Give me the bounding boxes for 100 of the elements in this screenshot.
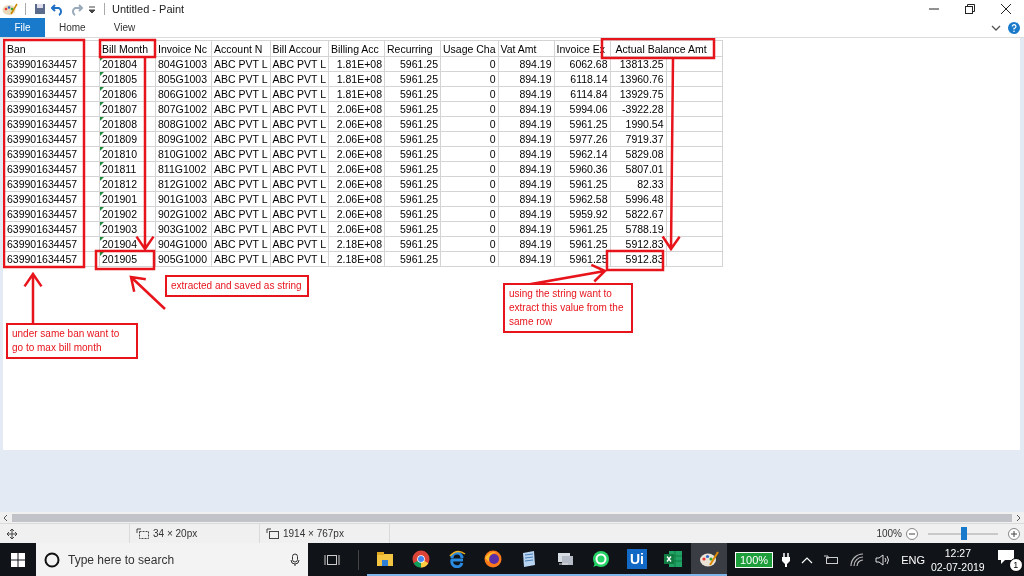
table-cell: ABC PVT L (272, 73, 326, 85)
table-cell: 639901634457 (7, 253, 78, 265)
table-cell: 639901634457 (7, 103, 78, 115)
chrome-icon[interactable] (412, 549, 430, 568)
table-cell: 13960.76 (619, 73, 664, 85)
table-cell: 2.06E+08 (336, 208, 382, 220)
table-cell: 639901634457 (7, 148, 78, 160)
spreadsheet-app-icon[interactable] (663, 549, 683, 568)
clock[interactable]: 12:27 02-07-2019 (931, 545, 985, 574)
table-cell: 1.81E+08 (336, 73, 382, 85)
wifi-icon[interactable] (849, 552, 866, 567)
column-header: Bill Month (102, 42, 149, 55)
table-cell: 2.06E+08 (336, 118, 382, 130)
table-cell: 811G1002 (158, 163, 207, 175)
task-view-icon[interactable] (324, 552, 340, 567)
table-cell: 5961.25 (569, 253, 608, 265)
table-cell: 894.19 (519, 103, 552, 115)
table-cell: 0 (489, 253, 496, 265)
table-cell: 0 (489, 73, 496, 85)
table-cell: 0 (489, 163, 496, 175)
selection-size: 34 × 20px (153, 528, 198, 539)
table-cell: ABC PVT L (272, 238, 326, 250)
scroll-right-icon[interactable] (1014, 513, 1022, 522)
table-cell: 639901634457 (7, 178, 78, 190)
table-cell: 5822.67 (625, 208, 664, 220)
help-icon[interactable] (1008, 21, 1020, 34)
selection-icon (136, 527, 150, 540)
table-cell: ABC PVT L (214, 58, 268, 70)
table-cell: 5961.25 (400, 73, 438, 85)
annotation-note: under same ban want to go to max bill month (6, 323, 138, 359)
whatsapp-icon[interactable] (592, 549, 610, 568)
battery-indicator[interactable]: 100% (735, 551, 774, 568)
save-icon[interactable] (33, 2, 47, 16)
table-cell: 0 (489, 178, 496, 190)
search-field[interactable]: Type here to search (36, 543, 308, 576)
table-cell: 1990.54 (625, 118, 664, 130)
table-cell: 804G1003 (158, 58, 208, 70)
ribbon-tab[interactable]: View (99, 18, 150, 37)
table-cell: 2.06E+08 (336, 103, 382, 115)
power-plug-icon[interactable] (781, 551, 792, 568)
zoom-level: 100% (876, 528, 902, 539)
notification-icon[interactable] (996, 547, 1015, 566)
table-cell: 639901634457 (7, 118, 78, 130)
table-cell: 0 (489, 88, 496, 100)
table-cell: ABC PVT L (214, 133, 268, 145)
table-cell: ABC PVT L (214, 118, 268, 130)
zoom-in-icon[interactable] (1008, 527, 1020, 540)
table-cell: 6118.14 (570, 73, 608, 85)
table-cell: ABC PVT L (214, 208, 268, 220)
column-header: Invoice Nc (158, 42, 208, 55)
browser-e-icon[interactable] (448, 549, 466, 568)
language-indicator[interactable]: ENG (901, 553, 925, 566)
table-cell: 201812 (102, 178, 138, 190)
column-header: Usage Cha (443, 42, 496, 55)
column-header: Recurring (387, 42, 433, 55)
zoom-out-icon[interactable] (906, 527, 918, 540)
table-cell: 1.81E+08 (336, 58, 382, 70)
notepad-icon[interactable] (520, 549, 538, 568)
table-cell: 901G1003 (158, 193, 208, 205)
table-cell: 201805 (102, 73, 138, 85)
file-menu-button[interactable]: File (0, 18, 45, 37)
scrollbar-thumb[interactable] (12, 513, 1012, 522)
table-cell: 894.19 (519, 238, 552, 250)
table-cell: 5977.26 (569, 133, 608, 145)
table-cell: ABC PVT L (214, 163, 268, 175)
column-header: Vat Amt (500, 42, 537, 55)
speaker-icon[interactable] (875, 552, 892, 567)
table-cell: ABC PVT L (214, 88, 268, 100)
table-cell: ABC PVT L (214, 223, 268, 235)
table-cell: ABC PVT L (272, 148, 326, 160)
slider-thumb[interactable] (961, 527, 968, 540)
table-cell: 639901634457 (7, 208, 78, 220)
table-cell: 5961.25 (400, 103, 438, 115)
firefox-icon[interactable] (484, 549, 502, 568)
cortana-circle-icon (44, 551, 60, 568)
ribbon-tab[interactable]: Home (45, 18, 100, 37)
table-cell: 1.81E+08 (336, 88, 382, 100)
table-cell: 0 (489, 133, 496, 145)
undo-icon[interactable] (51, 2, 65, 16)
app-logo[interactable]: Ui (627, 548, 647, 569)
table-cell: 894.19 (519, 133, 552, 145)
folder-icon[interactable] (376, 550, 394, 567)
table-cell: 2.06E+08 (336, 148, 382, 160)
canvas[interactable] (3, 38, 1020, 450)
table-cell: 201809 (102, 133, 138, 145)
arrow (23, 271, 43, 325)
table-cell: 639901634457 (7, 193, 78, 205)
table-cell: 0 (489, 103, 496, 115)
windows-start-icon[interactable] (11, 552, 25, 567)
device-icon[interactable] (823, 553, 840, 566)
table-cell: 2.06E+08 (336, 178, 382, 190)
table-cell: 808G1002 (158, 118, 208, 130)
table-cell: 5961.25 (400, 148, 438, 160)
table-cell: 2.06E+08 (336, 133, 382, 145)
scroll-left-icon[interactable] (2, 513, 10, 522)
move-cross-icon (6, 527, 18, 540)
table-cell: 201811 (102, 163, 137, 175)
paint-palette-icon[interactable] (699, 549, 719, 568)
table-cell: ABC PVT L (272, 103, 326, 115)
table-cell: 894.19 (519, 223, 552, 235)
